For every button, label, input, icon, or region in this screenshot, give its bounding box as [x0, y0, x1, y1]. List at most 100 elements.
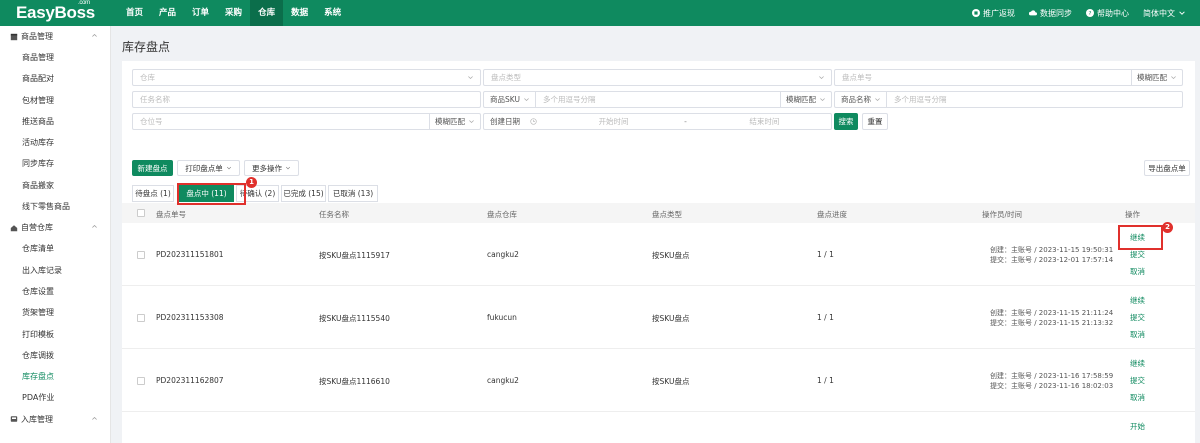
submit-link[interactable]: 提交	[1130, 309, 1145, 326]
sidebar-item-offline-retail[interactable]: 线下零售商品	[0, 196, 110, 217]
sidebar-item-shelf-manage[interactable]: 货架管理	[0, 302, 110, 323]
sidebar-item-packaging[interactable]: 包材管理	[0, 90, 110, 111]
row-checkbox[interactable]	[137, 314, 145, 322]
start-link[interactable]: 开始	[1130, 418, 1145, 435]
table-header: 盘点单号 任务名称 盘点仓库 盘点类型 盘点进度 操作员/时间 操作	[122, 203, 1195, 223]
sku-field-select[interactable]: 商品SKU	[484, 92, 536, 107]
help-label: 帮助中心	[1097, 8, 1129, 18]
tab-pending[interactable]: 待盘点 (1)	[132, 185, 174, 202]
order-number-input[interactable]: 盘点单号 模糊匹配	[834, 69, 1183, 86]
end-time-input[interactable]: 结束时间	[691, 116, 831, 127]
tab-cancelled[interactable]: 已取消 (13)	[328, 185, 378, 202]
chevron-down-icon	[469, 120, 474, 124]
start-time-input[interactable]: 开始时间	[540, 116, 680, 127]
sku-input[interactable]: 商品SKU 多个用逗号分隔 模糊匹配	[483, 91, 832, 108]
nav-home[interactable]: 首页	[118, 0, 151, 26]
sidebar-item-product-manage[interactable]: 商品管理	[0, 47, 110, 68]
print-count-sheet-button[interactable]: 打印盘点单	[177, 160, 240, 176]
sidebar-item-print-template[interactable]: 打印模板	[0, 324, 110, 345]
nav-data[interactable]: 数据	[283, 0, 316, 26]
export-count-sheet-button[interactable]: 导出盘点单	[1144, 160, 1190, 176]
question-icon: ?	[1086, 9, 1094, 17]
reset-button[interactable]: 重置	[862, 113, 888, 130]
sidebar-item-stock-count[interactable]: 库存盘点	[0, 366, 110, 387]
select-all-checkbox[interactable]	[137, 209, 145, 217]
created-date-range[interactable]: 创建日期 开始时间 - 结束时间	[483, 113, 832, 130]
order-no-cell[interactable]: PD202311151801	[156, 250, 224, 259]
order-no-cell[interactable]: PD202311153308	[156, 313, 224, 322]
sidebar-item-warehouse-list[interactable]: 仓库清单	[0, 238, 110, 259]
nav-orders[interactable]: 订单	[184, 0, 217, 26]
sidebar-group-products[interactable]: 商品管理	[0, 26, 110, 47]
logo-suffix: .com	[78, 0, 90, 6]
chevron-down-icon	[875, 98, 880, 102]
nav-system[interactable]: 系统	[316, 0, 349, 26]
box-icon	[10, 33, 18, 40]
row-checkbox[interactable]	[137, 377, 145, 385]
annotation-badge-2: 2	[1162, 222, 1173, 233]
sync-link[interactable]: 数据同步	[1029, 8, 1072, 19]
sidebar-item-product-move[interactable]: 商品搬家	[0, 175, 110, 196]
warehouse-select[interactable]: 仓库	[132, 69, 481, 86]
product-name-field-select[interactable]: 商品名称	[835, 92, 887, 107]
order-no-cell[interactable]: PD202311162807	[156, 376, 224, 385]
created-info: 创建：主账号 / 2023-11-15 21:11:24	[990, 309, 1114, 317]
cloud-icon	[1029, 10, 1037, 16]
sidebar-item-push-products[interactable]: 推送商品	[0, 111, 110, 132]
cancel-link[interactable]: 取消	[1130, 326, 1145, 343]
sidebar-item-sync-stock[interactable]: 同步库存	[0, 153, 110, 174]
col-order-no: 盘点单号	[156, 210, 186, 219]
submitted-info: 提交：主账号 / 2023-11-15 21:13:32	[990, 319, 1114, 327]
chevron-up-icon	[92, 33, 97, 37]
new-count-button[interactable]: 新建盘点	[132, 160, 173, 176]
sidebar-group-warehouse[interactable]: 自营仓库	[0, 217, 110, 238]
tab-completed[interactable]: 已完成 (15)	[281, 185, 326, 202]
task-name-cell: 按SKU盘点1115540	[319, 314, 390, 323]
chevron-down-icon	[819, 76, 824, 80]
count-type-select[interactable]: 盘点类型	[483, 69, 832, 86]
language-select[interactable]: 简体中文	[1143, 8, 1186, 19]
count-type-placeholder: 盘点类型	[491, 73, 521, 82]
chevron-down-icon	[524, 98, 529, 102]
sidebar-group-inbound[interactable]: 入库管理	[0, 409, 110, 430]
sku-match-mode-select[interactable]: 模糊匹配	[780, 92, 831, 107]
cancel-link[interactable]: 取消	[1130, 263, 1145, 280]
submit-link[interactable]: 提交	[1130, 372, 1145, 389]
table-row: PD202311162807 按SKU盘点1116610 cangku2 按SK…	[122, 349, 1195, 412]
promo-link[interactable]: 推广返现	[972, 8, 1015, 19]
count-type-cell: 按SKU盘点	[652, 377, 690, 386]
table-row: PD202311151801 按SKU盘点1115917 cangku2 按SK…	[122, 223, 1195, 286]
sidebar-item-product-pairing[interactable]: 商品配对	[0, 68, 110, 89]
sidebar-item-pda[interactable]: PDA作业	[0, 387, 110, 408]
row-checkbox[interactable]	[137, 251, 145, 259]
sku-field-label: 商品SKU	[490, 95, 520, 104]
sidebar-item-inout-records[interactable]: 出入库记录	[0, 260, 110, 281]
continue-link[interactable]: 继续	[1130, 292, 1145, 309]
help-link[interactable]: ? 帮助中心	[1086, 8, 1129, 19]
location-match-mode-select[interactable]: 模糊匹配	[429, 114, 480, 129]
location-input[interactable]: 仓位号 模糊匹配	[132, 113, 481, 130]
match-mode-select[interactable]: 模糊匹配	[1131, 70, 1182, 85]
nav-warehouse[interactable]: 仓库	[250, 0, 284, 26]
sku-placeholder: 多个用逗号分隔	[542, 95, 596, 104]
more-actions-button[interactable]: 更多操作	[244, 160, 299, 176]
product-name-field-label: 商品名称	[841, 95, 871, 104]
product-name-input[interactable]: 商品名称 多个用逗号分隔	[834, 91, 1183, 108]
sidebar: 商品管理 商品管理 商品配对 包材管理 推送商品 活动库存 同步库存 商品搬家 …	[0, 26, 111, 443]
nav-purchase[interactable]: 采购	[217, 0, 250, 26]
search-button[interactable]: 搜索	[834, 113, 858, 130]
easyboss-logo[interactable]: EasyBoss .com	[0, 0, 118, 23]
nav-products[interactable]: 产品	[151, 0, 184, 26]
sidebar-item-campaign-stock[interactable]: 活动库存	[0, 132, 110, 153]
operator-time-cell: 创建：主账号 / 2023-11-15 19:50:31 提交：主账号 / 20…	[990, 245, 1113, 265]
match-mode-label: 模糊匹配	[1137, 73, 1167, 82]
match-mode-label: 模糊匹配	[435, 117, 465, 126]
sidebar-item-warehouse-settings[interactable]: 仓库设置	[0, 281, 110, 302]
gift-icon	[972, 9, 980, 17]
task-name-input[interactable]: 任务名称	[132, 91, 481, 108]
cancel-link[interactable]: 取消	[1130, 389, 1145, 406]
sidebar-item-warehouse-transfer[interactable]: 仓库调拨	[0, 345, 110, 366]
continue-link[interactable]: 继续	[1130, 355, 1145, 372]
sidebar-group-label: 商品管理	[21, 32, 53, 41]
task-name-cell: 按SKU盘点1116610	[319, 377, 390, 386]
